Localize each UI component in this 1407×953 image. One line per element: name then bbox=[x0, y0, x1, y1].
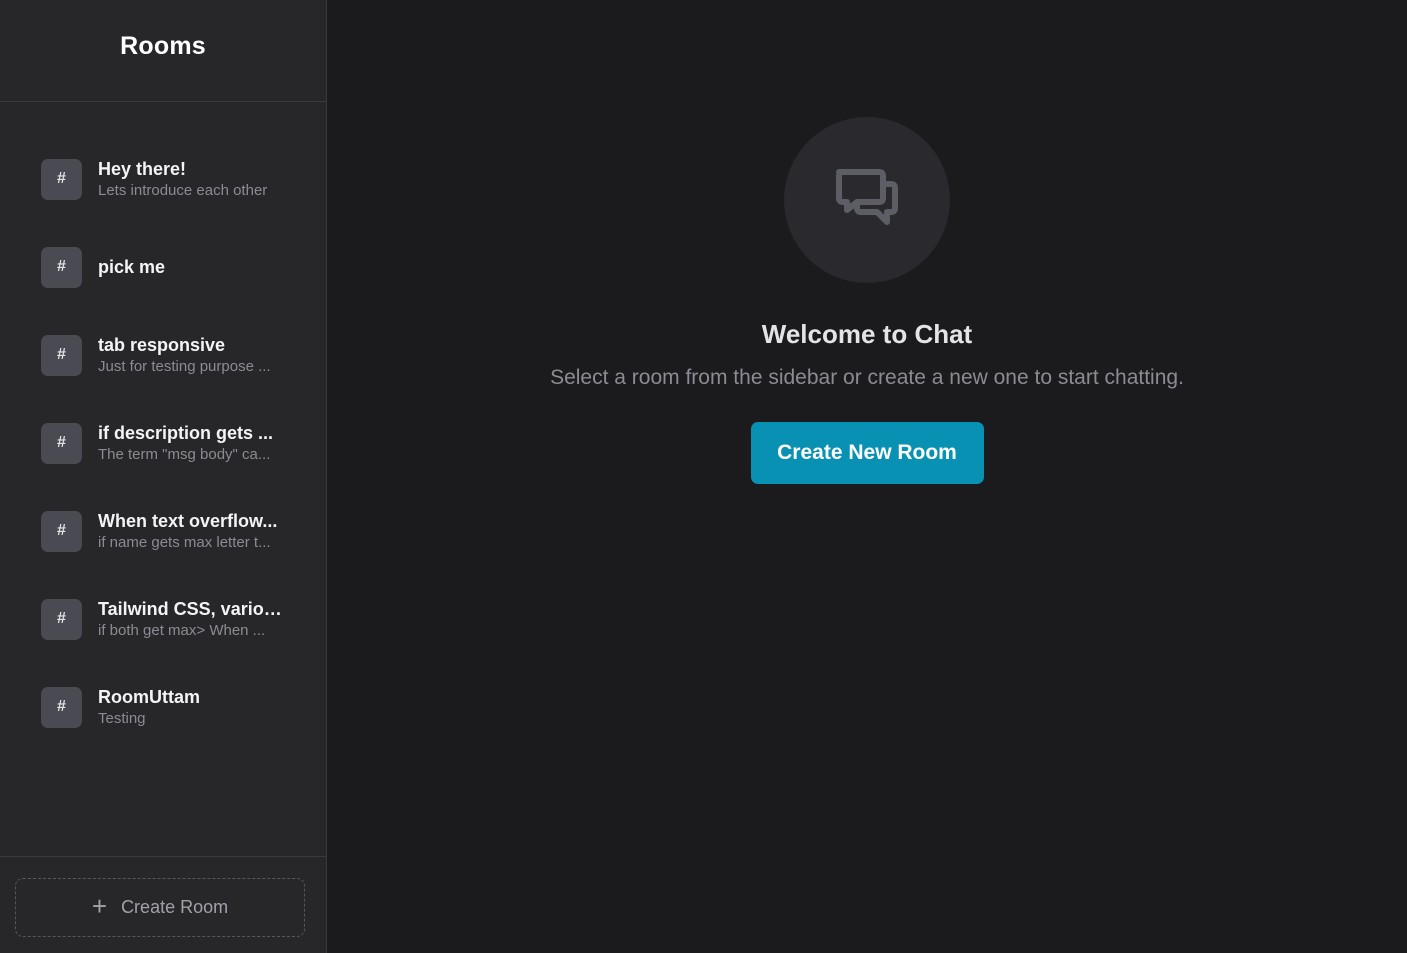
plus-icon: + bbox=[91, 891, 108, 921]
room-text: When text overflow... if name gets max l… bbox=[98, 510, 283, 553]
room-item[interactable]: # When text overflow... if name gets max… bbox=[0, 487, 326, 575]
sidebar-title: Rooms bbox=[120, 32, 206, 60]
hash-icon: # bbox=[41, 246, 82, 288]
hash-icon: # bbox=[41, 686, 82, 728]
hash-icon: # bbox=[41, 334, 82, 376]
room-name: RoomUttam bbox=[98, 686, 200, 707]
room-name: Hey there! bbox=[98, 158, 187, 179]
room-description: Testing bbox=[98, 709, 146, 727]
sidebar-header: Rooms bbox=[0, 0, 326, 102]
room-description: Lets introduce each other bbox=[98, 181, 268, 199]
chat-icon-circle bbox=[784, 117, 950, 283]
room-text: RoomUttam Testing bbox=[98, 686, 283, 729]
room-name: When text overflow... bbox=[98, 510, 278, 531]
create-room-label: Create Room bbox=[121, 897, 229, 917]
room-description: if name gets max letter t... bbox=[98, 533, 271, 551]
hash-icon: # bbox=[41, 510, 82, 552]
sidebar: Rooms # Hey there! Lets introduce each o… bbox=[0, 0, 327, 953]
room-list: # Hey there! Lets introduce each other #… bbox=[0, 102, 326, 856]
room-item[interactable]: # Tailwind CSS, variou... if both get ma… bbox=[0, 575, 326, 663]
room-name: tab responsive bbox=[98, 334, 226, 355]
sidebar-footer: + Create Room bbox=[0, 856, 326, 953]
app-root: Rooms # Hey there! Lets introduce each o… bbox=[0, 0, 1407, 953]
room-name: if description gets ... bbox=[98, 422, 274, 443]
main-panel: Welcome to Chat Select a room from the s… bbox=[327, 0, 1407, 953]
room-item[interactable]: # pick me bbox=[0, 223, 326, 311]
welcome-subtitle: Select a room from the sidebar or create… bbox=[550, 366, 1184, 389]
room-item[interactable]: # RoomUttam Testing bbox=[0, 663, 326, 751]
welcome-panel: Welcome to Chat Select a room from the s… bbox=[327, 117, 1407, 484]
room-description: Just for testing purpose ... bbox=[98, 357, 271, 375]
welcome-title: Welcome to Chat bbox=[761, 319, 973, 349]
room-text: Tailwind CSS, variou... if both get max>… bbox=[98, 598, 283, 641]
room-item[interactable]: # tab responsive Just for testing purpos… bbox=[0, 311, 326, 399]
hash-icon: # bbox=[41, 158, 82, 200]
room-item[interactable]: # Hey there! Lets introduce each other bbox=[0, 135, 326, 223]
create-room-button[interactable]: + Create Room bbox=[15, 878, 305, 937]
room-description: The term "msg body" ca... bbox=[98, 445, 271, 463]
room-text: Hey there! Lets introduce each other bbox=[98, 158, 283, 201]
room-item[interactable]: # if description gets ... The term "msg … bbox=[0, 399, 326, 487]
room-text: pick me bbox=[98, 256, 283, 278]
hash-icon: # bbox=[41, 598, 82, 640]
room-text: tab responsive Just for testing purpose … bbox=[98, 334, 283, 377]
room-description: if both get max> When ... bbox=[98, 621, 266, 639]
room-name: pick me bbox=[98, 257, 166, 277]
room-text: if description gets ... The term "msg bo… bbox=[98, 422, 283, 465]
hash-icon: # bbox=[41, 422, 82, 464]
room-name: Tailwind CSS, variou... bbox=[98, 598, 283, 619]
create-new-room-button[interactable]: Create New Room bbox=[750, 422, 984, 484]
chat-bubbles-icon bbox=[836, 169, 898, 225]
